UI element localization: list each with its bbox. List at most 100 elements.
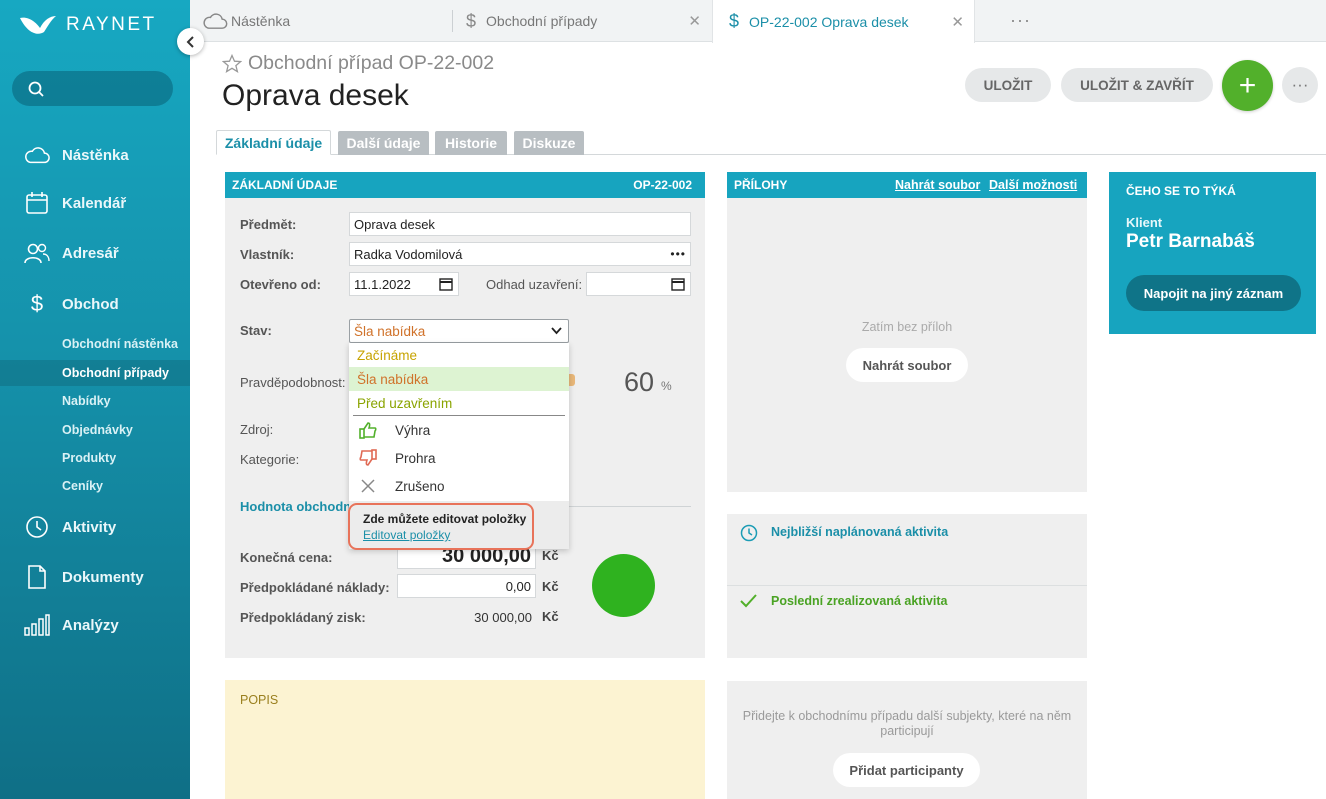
sidebar-subitem-obchodni-nastenka[interactable]: Obchodní nástěnka: [0, 331, 190, 357]
sidebar-item-label: Dokumenty: [62, 568, 144, 586]
sidebar-subitem-label: Obchodní nástěnka: [62, 337, 178, 351]
check-icon: [740, 594, 757, 608]
owner-label: Vlastník:: [240, 247, 295, 262]
tab-label: Nástěnka: [231, 13, 291, 29]
tab-op-22-002[interactable]: $ OP-22-002 Oprava desek ✕: [712, 0, 975, 43]
sidebar: RAYNET Nástěnka Kalendář Adresář $ Obcho…: [0, 0, 190, 799]
save-close-button[interactable]: ULOŽIT & ZAVŘÍT: [1061, 68, 1213, 102]
currency-label: Kč: [542, 609, 559, 624]
owner-input[interactable]: Radka Vodomilová •••: [349, 242, 691, 266]
close-estimate-label: Odhad uzavření:: [486, 277, 583, 292]
client-name[interactable]: Petr Barnabáš: [1126, 231, 1255, 253]
sidebar-subitem-label: Produkty: [62, 451, 117, 465]
state-option-prohra[interactable]: Prohra: [349, 444, 569, 472]
sidebar-subitem-label: Ceníky: [62, 479, 103, 493]
value-section-label: Hodnota obchodní: [240, 499, 355, 514]
profit-indicator: [592, 554, 655, 617]
clock-icon: [24, 514, 50, 540]
calendar-icon[interactable]: [439, 277, 453, 291]
sidebar-item-adresar[interactable]: Adresář: [0, 236, 190, 270]
chevron-down-icon: [551, 327, 562, 335]
value-section-divider: [568, 506, 691, 507]
costs-input[interactable]: 0,00: [397, 574, 536, 598]
tab-diskuze[interactable]: Diskuze: [514, 131, 584, 155]
more-options-button[interactable]: ···: [1282, 67, 1318, 103]
sidebar-subitem-label: Nabídky: [62, 394, 111, 408]
document-icon: [24, 564, 50, 590]
state-option-sla-nabidka[interactable]: Šla nabídka: [349, 367, 569, 391]
dollar-icon: $: [729, 11, 740, 31]
state-option-zaciname[interactable]: Začínáme: [349, 343, 569, 367]
state-option-label: Výhra: [395, 422, 431, 438]
opened-label: Otevřeno od:: [240, 277, 321, 292]
add-participants-button[interactable]: Přidat participanty: [833, 753, 980, 787]
state-option-pred-uzavrenim[interactable]: Před uzavřením: [349, 391, 569, 415]
save-button[interactable]: ULOŽIT: [965, 68, 1051, 102]
calendar-icon[interactable]: [671, 277, 685, 291]
tab-zakladni-udaje[interactable]: Základní údaje: [216, 130, 331, 155]
record-subtitle: Obchodní případ OP-22-002: [222, 52, 494, 75]
tab-separator: [452, 10, 453, 32]
attachments-header: PŘÍLOHY Nahrát soubor Další možnosti: [727, 172, 1087, 198]
activities-panel: Nejbližší naplánovaná aktivita Poslední …: [727, 514, 1087, 658]
probability-label: Pravděpodobnost:: [240, 375, 346, 390]
upload-file-button[interactable]: Nahrát soubor: [846, 348, 968, 382]
state-value: Šla nabídka: [354, 323, 426, 339]
upload-file-link[interactable]: Nahrát soubor: [895, 178, 980, 192]
tab-bar: Nástěnka $ Obchodní případy ✕ $ OP-22-00…: [190, 0, 1326, 43]
add-button[interactable]: +: [1222, 60, 1273, 111]
opened-date-value: 11.1.2022: [354, 276, 411, 292]
dollar-icon: $: [466, 10, 477, 31]
close-icon[interactable]: ✕: [688, 12, 701, 30]
sidebar-item-kalendar[interactable]: Kalendář: [0, 186, 190, 220]
tab-historie[interactable]: Historie: [435, 131, 507, 155]
close-estimate-input[interactable]: [586, 272, 691, 296]
state-label: Stav:: [240, 323, 272, 338]
sidebar-item-label: Obchod: [62, 295, 119, 313]
owner-value: Radka Vodomilová: [354, 246, 463, 262]
related-title: ČEHO SE TO TÝKÁ: [1126, 184, 1236, 198]
description-title: POPIS: [240, 693, 279, 707]
sidebar-item-dokumenty[interactable]: Dokumenty: [0, 560, 190, 594]
tab-obchodni-pripady[interactable]: $ Obchodní případy ✕: [466, 0, 711, 42]
subject-input[interactable]: Oprava desek: [349, 212, 691, 236]
attachments-title: PŘÍLOHY: [734, 178, 788, 192]
sidebar-collapse-button[interactable]: [177, 28, 204, 55]
raynet-bird-icon: [20, 16, 56, 34]
sidebar-item-obchod[interactable]: $ Obchod: [0, 287, 190, 321]
sidebar-subitem-produkty[interactable]: Produkty: [0, 445, 190, 471]
more-options-link[interactable]: Další možnosti: [989, 178, 1077, 192]
logo-text: RAYNET: [66, 14, 157, 35]
sidebar-subitem-nabidky[interactable]: Nabídky: [0, 388, 190, 414]
sidebar-subitem-ceniky[interactable]: Ceníky: [0, 473, 190, 499]
record-subtitle-text: Obchodní případ OP-22-002: [248, 52, 495, 74]
state-option-vyhra[interactable]: Výhra: [349, 416, 569, 444]
link-record-button[interactable]: Napojit na jiný záznam: [1126, 275, 1301, 311]
last-activity-label: Poslední zrealizovaná aktivita: [771, 594, 948, 608]
state-select[interactable]: Šla nabídka: [349, 319, 569, 343]
logo[interactable]: RAYNET: [18, 10, 157, 40]
search-input[interactable]: [12, 71, 173, 106]
clock-icon: [740, 524, 758, 542]
attachments-panel: PŘÍLOHY Nahrát soubor Další možnosti Zat…: [727, 172, 1087, 492]
state-option-zruseno[interactable]: Zrušeno: [349, 472, 569, 500]
chevron-left-icon: [186, 35, 194, 48]
opened-date-input[interactable]: 11.1.2022: [349, 272, 459, 296]
sidebar-item-aktivity[interactable]: Aktivity: [0, 510, 190, 544]
bar-chart-icon: [24, 612, 50, 638]
sidebar-subitem-obchodni-pripady[interactable]: Obchodní případy: [0, 360, 190, 386]
tab-dalsi-udaje[interactable]: Další údaje: [338, 131, 429, 155]
close-icon[interactable]: ✕: [951, 13, 964, 31]
participants-text: Přidejte k obchodnímu případu další subj…: [742, 709, 1072, 738]
next-activity-label: Nejbližší naplánovaná aktivita: [771, 525, 949, 539]
star-icon[interactable]: [222, 53, 242, 74]
record-code: OP-22-002: [633, 178, 692, 192]
tab-nastenka[interactable]: Nástěnka: [202, 0, 452, 42]
owner-more-button[interactable]: •••: [670, 247, 686, 261]
sidebar-subitem-label: Objednávky: [62, 423, 133, 437]
sidebar-subitem-objednavky[interactable]: Objednávky: [0, 417, 190, 443]
sidebar-item-analyzy[interactable]: Analýzy: [0, 608, 190, 642]
tab-label: Obchodní případy: [486, 13, 598, 29]
sidebar-item-nastenka[interactable]: Nástěnka: [0, 138, 190, 172]
tab-more-button[interactable]: ···: [1010, 10, 1031, 31]
